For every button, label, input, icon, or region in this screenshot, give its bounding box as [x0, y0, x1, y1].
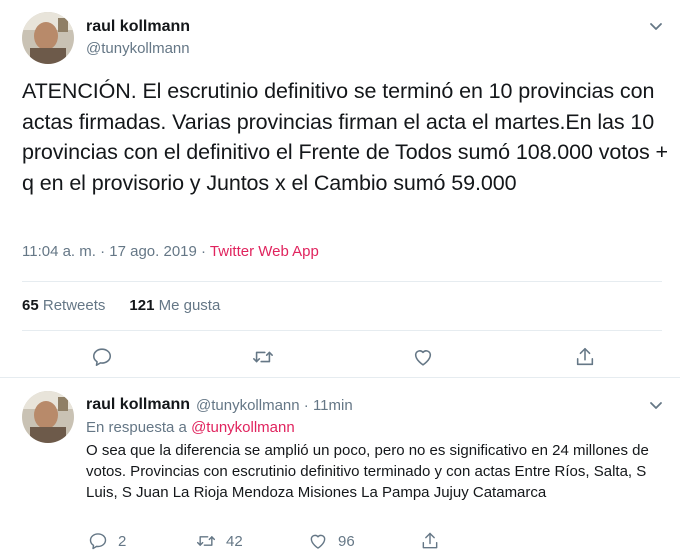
tweet-stats: 65 Retweets 121 Me gusta	[22, 297, 220, 314]
reply-count: 2	[118, 532, 127, 550]
retweet-icon[interactable]	[252, 346, 274, 368]
retweet-count: 42	[226, 532, 243, 550]
retweet-icon	[196, 536, 216, 546]
retweets-count[interactable]: 65	[22, 297, 39, 314]
avatar[interactable]	[22, 391, 74, 443]
share-icon[interactable]	[574, 346, 596, 368]
reply-icon	[89, 533, 107, 550]
in-reply-to: En respuesta a @tunykollmann	[86, 419, 295, 436]
like-count: 96	[338, 532, 355, 550]
retweet-button[interactable]: 42	[196, 531, 243, 551]
like-icon[interactable]	[412, 346, 434, 368]
likes-count[interactable]: 121	[129, 297, 154, 314]
tweet-source[interactable]: Twitter Web App	[210, 243, 319, 260]
like-button[interactable]: 96	[308, 531, 355, 551]
chevron-down-icon[interactable]	[648, 18, 664, 34]
chevron-down-icon[interactable]	[648, 397, 664, 413]
reply-author-name[interactable]: raul kollmann	[86, 396, 190, 414]
reply-icon[interactable]	[91, 346, 113, 368]
share-icon	[422, 532, 438, 549]
reply-button[interactable]: 2	[88, 531, 126, 551]
in-reply-mention[interactable]: @tunykollmann	[191, 419, 295, 436]
tweet-text: ATENCIÓN. El escrutinio definitivo se te…	[22, 79, 668, 195]
reply-handle-time[interactable]: @tunykollmann · 11min	[196, 397, 353, 414]
reply-text: O sea que la diferencia se amplió un poc…	[86, 442, 649, 501]
share-button[interactable]	[420, 531, 450, 551]
like-icon	[310, 534, 326, 549]
tweet-timestamp[interactable]: 11:04 a. m. · 17 ago. 2019 ·	[22, 243, 210, 260]
divider	[22, 330, 662, 331]
author-name[interactable]: raul kollmann	[86, 18, 190, 36]
retweets-label[interactable]: Retweets	[43, 297, 106, 314]
tweet-meta: 11:04 a. m. · 17 ago. 2019 · Twitter Web…	[22, 243, 319, 260]
in-reply-prefix: En respuesta a	[86, 419, 192, 436]
main-tweet: raul kollmann @tunykollmann ATENCIÓN. El…	[0, 0, 680, 378]
likes-label[interactable]: Me gusta	[159, 297, 221, 314]
divider	[22, 281, 662, 282]
avatar[interactable]	[22, 12, 74, 64]
author-handle[interactable]: @tunykollmann	[86, 40, 190, 57]
